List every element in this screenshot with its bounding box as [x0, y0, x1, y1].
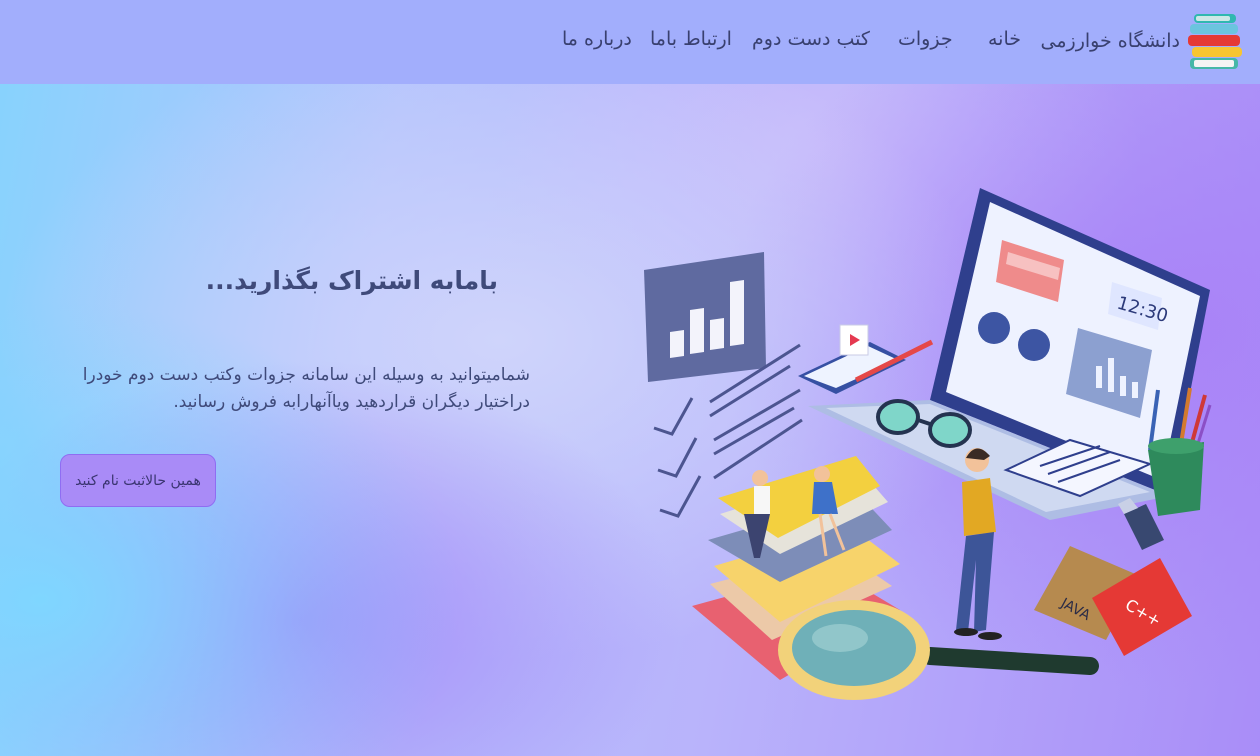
books-logo-icon[interactable] [1188, 12, 1244, 72]
hero-description: شمامیتوانید به وسیله این سامانه جزوات وک… [60, 362, 530, 416]
bar-chart-card-icon [644, 252, 766, 382]
nav-item-notes[interactable]: جزوات [898, 28, 953, 50]
nav-item-used-books[interactable]: کتب دست دوم [752, 28, 870, 50]
nav-item-about[interactable]: درباره ما [562, 28, 632, 50]
top-navbar: دانشگاه خوارزمی خانه جزوات کتب دست دوم ا… [0, 0, 1260, 84]
magnifier-icon [778, 600, 1099, 700]
nav-item-contact[interactable]: ارتباط باما [650, 28, 732, 50]
brand-name[interactable]: دانشگاه خوارزمی [1041, 30, 1180, 52]
hero-description-line-1: شمامیتوانید به وسیله این سامانه جزوات وک… [82, 365, 530, 385]
signup-now-button[interactable]: همین حالاثبت نام کنید [60, 454, 216, 507]
education-illustration: 12:30 JAVA C++ [644, 188, 1212, 700]
nav-item-home[interactable]: خانه [988, 28, 1021, 50]
hero-description-line-2: دراختیار دیگران قراردهید ویاآنهارابه فرو… [173, 392, 530, 412]
phone-video-icon [798, 324, 906, 394]
hero-title: بامابه اشتراک بگذارید... [205, 266, 498, 295]
